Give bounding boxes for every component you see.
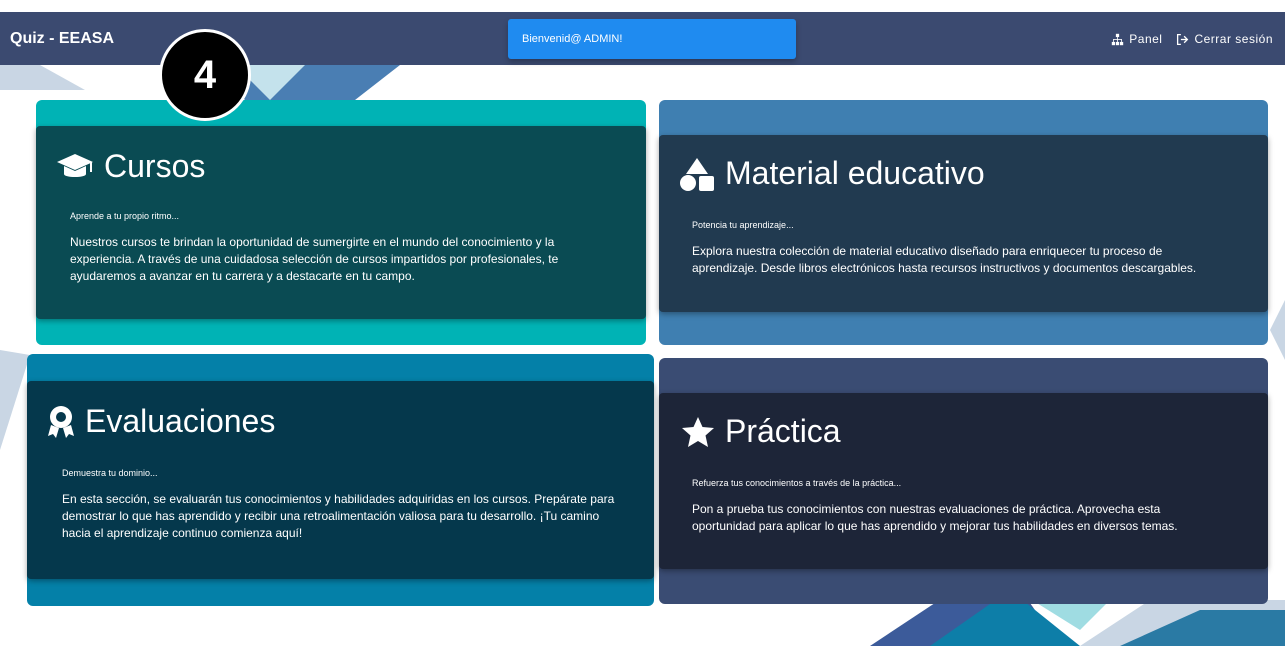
card-evaluaciones-panel[interactable]: Evaluaciones Demuestra tu dominio... En … xyxy=(27,381,654,579)
award-icon xyxy=(48,405,74,438)
card-material-panel[interactable]: Material educativo Potencia tu aprendiza… xyxy=(659,135,1268,312)
card-cursos-title-row: Cursos xyxy=(56,148,205,185)
card-material-subtitle: Potencia tu aprendizaje... xyxy=(692,220,794,230)
card-cursos-title: Cursos xyxy=(104,148,206,184)
step-badge: 4 xyxy=(159,29,251,121)
toast-message: Bienvenid@ ADMIN! xyxy=(522,33,623,45)
card-evaluaciones-title-row: Evaluaciones xyxy=(47,403,275,440)
sitemap-icon xyxy=(1112,33,1124,45)
card-material-title-row: Material educativo xyxy=(679,155,985,192)
card-practica-subtitle: Refuerza tus conocimientos a través de l… xyxy=(692,478,902,488)
logout-label: Cerrar sesión xyxy=(1194,32,1273,46)
card-evaluaciones-subtitle: Demuestra tu dominio... xyxy=(62,468,158,478)
card-material-title: Material educativo xyxy=(725,155,985,191)
card-material-text: Explora nuestra colección de material ed… xyxy=(692,244,1197,275)
card-cursos-panel[interactable]: Cursos Aprende a tu propio ritmo... Nues… xyxy=(36,126,646,319)
star-icon xyxy=(682,416,714,447)
panel-link[interactable]: Panel xyxy=(1111,32,1162,46)
sign-out-icon xyxy=(1177,33,1189,45)
card-practica-panel[interactable]: Práctica Refuerza tus conocimientos a tr… xyxy=(659,393,1268,569)
card-practica-text: Pon a prueba tus conocimientos con nuest… xyxy=(692,502,1178,533)
card-practica-title: Práctica xyxy=(725,413,841,449)
card-cursos-subtitle: Aprende a tu propio ritmo... xyxy=(70,211,180,221)
nav-links: Panel Cerrar sesión xyxy=(1111,32,1273,46)
brand-link[interactable]: Quiz - EEASA xyxy=(10,30,114,48)
welcome-toast: Bienvenid@ ADMIN! xyxy=(508,19,796,59)
logout-link[interactable]: Cerrar sesión xyxy=(1176,32,1273,46)
card-evaluaciones-title: Evaluaciones xyxy=(85,403,276,439)
card-evaluaciones-text: En esta sección, se evaluarán tus conoci… xyxy=(62,492,615,540)
card-cursos-text: Nuestros cursos te brindan la oportunida… xyxy=(70,235,559,283)
card-practica-title-row: Práctica xyxy=(681,413,841,450)
graduation-cap-icon xyxy=(57,153,93,177)
shapes-icon xyxy=(680,157,714,191)
panel-label: Panel xyxy=(1129,32,1163,46)
